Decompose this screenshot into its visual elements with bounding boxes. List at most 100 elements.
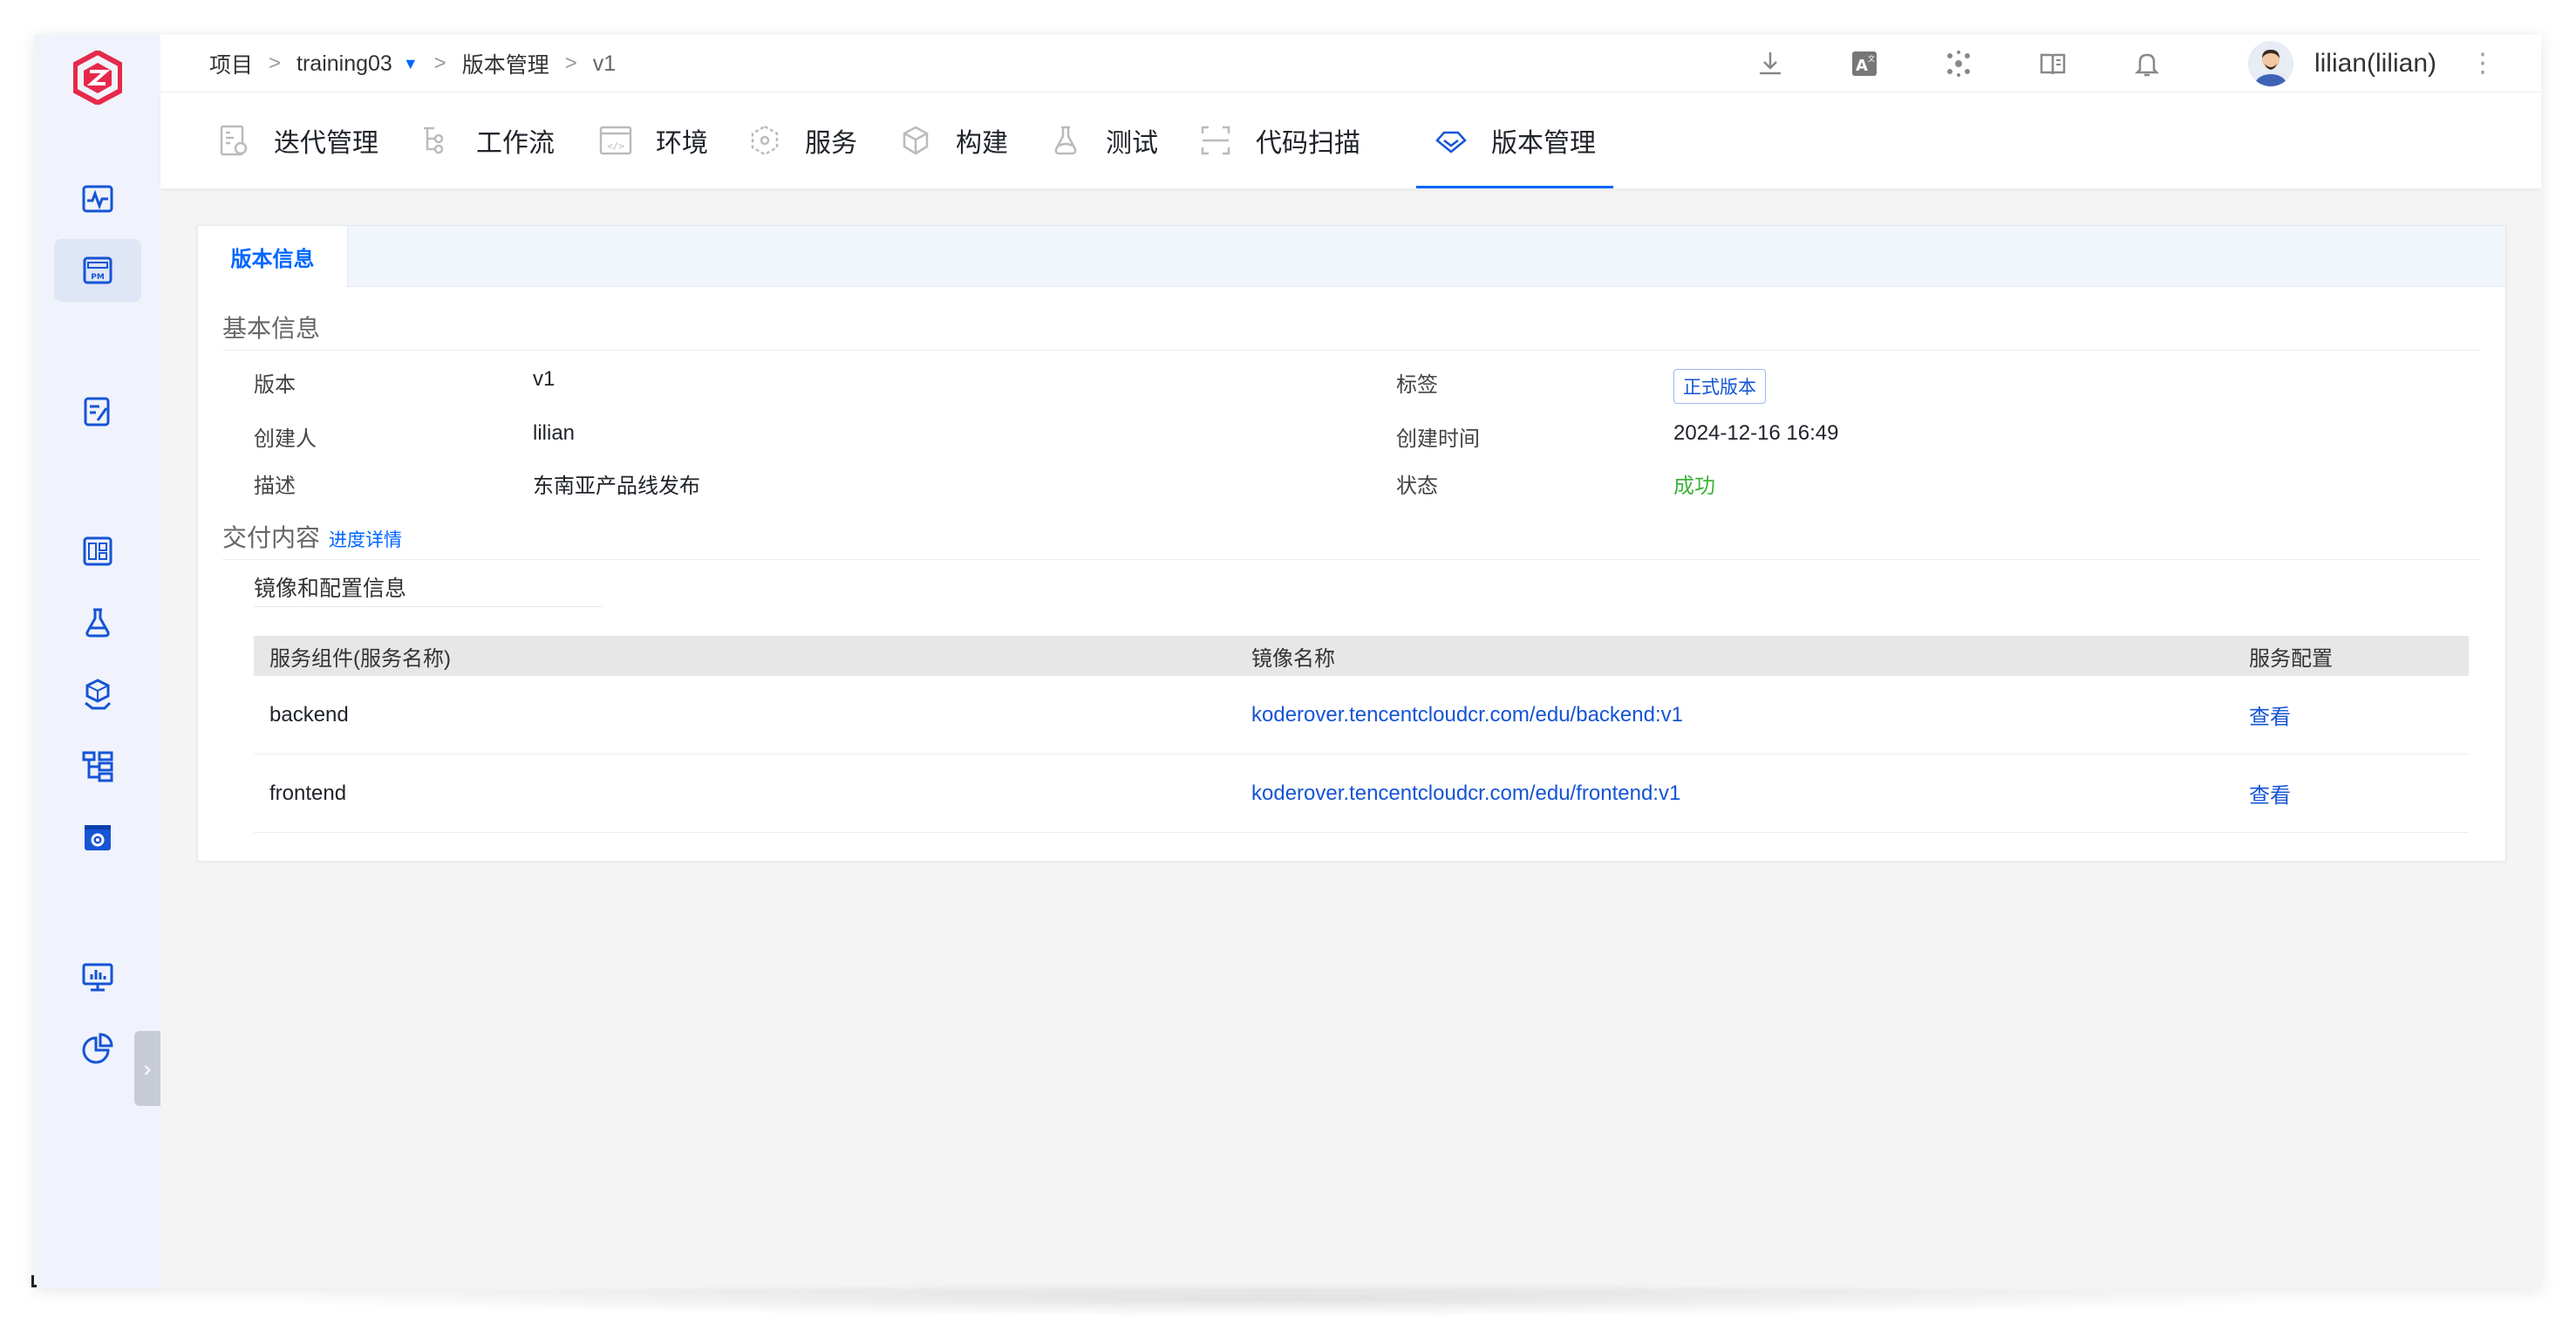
tab-workflow[interactable]: 工作流: [419, 92, 555, 188]
created-time-label: 创建时间: [1396, 427, 1480, 451]
sidebar-item-testing[interactable]: [54, 591, 141, 654]
caret-down-icon[interactable]: ▼: [403, 55, 419, 73]
created-time-value: 2024-12-16 16:49: [1673, 421, 1839, 445]
tab-environment[interactable]: </> 环境: [598, 92, 708, 188]
sidebar-item-analytics[interactable]: [54, 1017, 141, 1080]
creator-value: lilian: [533, 421, 576, 445]
svg-text:文: 文: [1868, 54, 1875, 63]
settings-box-icon: [85, 825, 111, 850]
sidebar-item-dashboard[interactable]: [54, 167, 141, 230]
image-table: 服务组件(服务名称) 镜像名称 服务配置 backend koderover.t…: [254, 636, 2469, 833]
service-icon: [751, 125, 779, 156]
tab-label: 服务: [805, 129, 857, 158]
project-nav: 迭代管理 工作流 </> 环境 服务 构建 测试 代码扫描 版本管理: [160, 92, 2541, 188]
bell-icon[interactable]: [2130, 46, 2164, 81]
svg-text:</>: </>: [607, 140, 624, 152]
version-icon: [1435, 131, 1467, 154]
tab-label: 构建: [956, 129, 1008, 158]
cell-component: backend: [269, 702, 349, 727]
sidebar-item-board[interactable]: [54, 520, 141, 583]
top-actions: A文 lilian(lilian): [1753, 35, 2541, 92]
tab-build[interactable]: 构建: [898, 92, 1008, 188]
description-label: 描述: [254, 474, 296, 498]
column-header-image: 镜像名称: [1251, 646, 1335, 671]
sidebar-item-plan[interactable]: [54, 380, 141, 443]
version-info-card: 版本信息 基本信息 版本 v1 标签 正式版本 创建人 lilian 创建时间 …: [197, 225, 2506, 862]
monitor-chart-icon: [82, 963, 113, 992]
delivery-title-text: 交付内容: [222, 524, 321, 551]
table-row: backend koderover.tencentcloudcr.com/edu…: [254, 676, 2469, 754]
sidebar-item-artifacts[interactable]: [54, 663, 141, 726]
breadcrumb-project[interactable]: 项目: [209, 48, 253, 79]
user-menu[interactable]: lilian(lilian): [2247, 41, 2436, 86]
creator-label: 创建人: [254, 427, 317, 451]
network-icon[interactable]: [1941, 46, 1976, 81]
tab-service[interactable]: 服务: [747, 92, 857, 188]
more-vertical-icon[interactable]: ⋮: [2470, 49, 2496, 78]
breadcrumb-separator: >: [564, 51, 577, 75]
tab-version-management[interactable]: 版本管理: [1416, 92, 1613, 188]
breadcrumb-separator: >: [433, 51, 446, 75]
sidebar: PM ›: [35, 35, 160, 1289]
grid-board-icon: [83, 536, 112, 566]
version-value: v1: [533, 367, 555, 391]
basic-info-title: 基本信息: [222, 315, 321, 342]
translate-icon[interactable]: A文: [1847, 46, 1882, 81]
avatar: [2247, 41, 2293, 86]
version-label: 版本: [254, 373, 296, 397]
delivery-title: 交付内容 进度详情: [222, 519, 402, 554]
divider: [254, 606, 603, 607]
svg-text:A: A: [1856, 57, 1868, 75]
card-tab-bar: 版本信息: [198, 226, 2505, 288]
tree-structure-icon: [82, 751, 113, 782]
tab-code-scan[interactable]: 代码扫描: [1198, 92, 1360, 188]
version-tag-badge: 正式版本: [1673, 369, 1766, 404]
status-label: 状态: [1396, 474, 1438, 498]
tab-version-info[interactable]: 版本信息: [198, 226, 348, 288]
pm-icon: PM: [83, 256, 112, 284]
divider: [222, 559, 2481, 560]
sidebar-expand-handle[interactable]: ›: [134, 1031, 160, 1106]
tag-label: 标签: [1396, 373, 1438, 397]
pulse-icon: [82, 185, 113, 213]
sidebar-item-topology[interactable]: [54, 734, 141, 797]
image-config-subtitle: 镜像和配置信息: [254, 577, 407, 601]
book-icon[interactable]: [2035, 46, 2070, 81]
svg-text:PM: PM: [91, 273, 105, 282]
tab-test[interactable]: 测试: [1048, 92, 1158, 188]
table-row: frontend koderover.tencentcloudcr.com/ed…: [254, 754, 2469, 833]
workflow-icon: [424, 126, 444, 154]
description-value: 东南亚产品线发布: [533, 474, 700, 498]
cell-image-link[interactable]: koderover.tencentcloudcr.com/edu/backend…: [1251, 703, 2249, 727]
sidebar-item-monitor[interactable]: [54, 945, 141, 1008]
iteration-icon: [220, 125, 248, 156]
download-icon[interactable]: [1753, 46, 1788, 81]
breadcrumb-project-name[interactable]: training03: [296, 51, 392, 77]
scan-icon: [1201, 126, 1230, 155]
view-config-button[interactable]: 查看: [2249, 778, 2469, 809]
tab-label: 工作流: [476, 129, 555, 158]
top-bar: 项目 > training03 ▼ > 版本管理 > v1 A文 lilian(…: [160, 35, 2541, 92]
flask-icon: [85, 608, 110, 638]
sidebar-item-projects[interactable]: PM: [54, 239, 141, 302]
status-badge: 成功: [1673, 474, 1715, 498]
view-config-button[interactable]: 查看: [2249, 700, 2469, 730]
tab-iteration[interactable]: 迭代管理: [216, 92, 378, 188]
cell-image-link[interactable]: koderover.tencentcloudcr.com/edu/fronten…: [1251, 781, 2249, 806]
breadcrumb-separator: >: [269, 51, 282, 75]
breadcrumb-version: v1: [592, 51, 617, 76]
tab-label: 测试: [1106, 129, 1158, 158]
window-shadow: [262, 1282, 2302, 1317]
column-header-component: 服务组件(服务名称): [269, 646, 451, 671]
user-name: lilian(lilian): [2314, 49, 2436, 78]
breadcrumb: 项目 > training03 ▼ > 版本管理 > v1: [209, 35, 616, 92]
table-header: 服务组件(服务名称) 镜像名称 服务配置: [254, 636, 2469, 676]
breadcrumb-section[interactable]: 版本管理: [462, 48, 549, 79]
column-header-config: 服务配置: [2249, 646, 2333, 671]
build-icon: [903, 126, 929, 155]
tab-label: 版本管理: [1491, 129, 1596, 158]
progress-details-link[interactable]: 进度详情: [329, 530, 402, 550]
tab-label: 代码扫描: [1256, 129, 1360, 158]
app-logo-icon[interactable]: [72, 49, 123, 106]
sidebar-item-settings[interactable]: [54, 806, 141, 869]
